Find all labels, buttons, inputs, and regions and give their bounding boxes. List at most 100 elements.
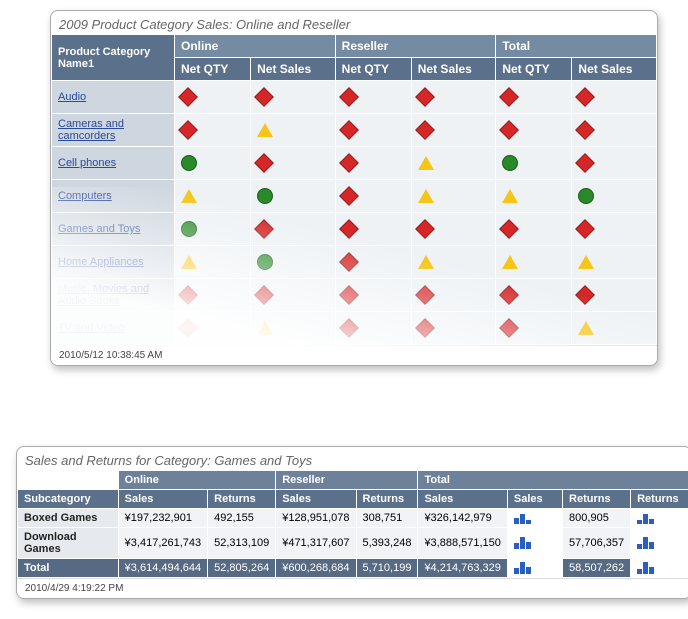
col-total-returns: Returns bbox=[563, 490, 631, 509]
table-row: Download Games¥3,417,261,74352,313,109¥4… bbox=[18, 528, 688, 559]
diamond-red-icon bbox=[339, 252, 359, 272]
subcategory-label: Download Games bbox=[18, 528, 119, 559]
report-title: Sales and Returns for Category: Games an… bbox=[25, 453, 312, 468]
group-reseller: Reseller bbox=[335, 35, 496, 58]
table-row: TV and Video bbox=[52, 312, 657, 345]
col-sales: Sales bbox=[276, 490, 356, 509]
diamond-red-icon bbox=[415, 285, 435, 305]
col-net-sales: Net Sales bbox=[572, 58, 657, 81]
indicator-cell bbox=[251, 246, 336, 279]
diamond-red-icon bbox=[254, 285, 274, 305]
indicator-cell bbox=[572, 246, 657, 279]
value-cell: 52,313,109 bbox=[208, 528, 276, 559]
category-link[interactable]: Cameras and camcorders bbox=[52, 114, 175, 147]
indicator-cell bbox=[251, 279, 336, 312]
diamond-red-icon bbox=[254, 87, 274, 107]
value-cell: ¥3,614,494,644 bbox=[118, 559, 207, 578]
sparkline-cell bbox=[507, 509, 562, 528]
category-link[interactable]: Audio bbox=[52, 81, 175, 114]
indicator-cell bbox=[496, 213, 572, 246]
circle-green-icon bbox=[257, 188, 273, 204]
value-cell: 57,706,357 bbox=[563, 528, 631, 559]
indicator-cell bbox=[411, 180, 496, 213]
report-timestamp: 2010/5/12 10:38:45 AM bbox=[51, 345, 657, 365]
indicator-cell bbox=[335, 81, 411, 114]
triangle-yellow-icon bbox=[418, 156, 434, 170]
diamond-red-icon bbox=[254, 153, 274, 173]
indicator-cell bbox=[572, 147, 657, 180]
col-total-sales-spark: Sales bbox=[507, 490, 562, 509]
indicator-cell bbox=[335, 246, 411, 279]
group-reseller: Reseller bbox=[276, 471, 418, 490]
triangle-yellow-icon bbox=[181, 255, 197, 269]
indicator-cell bbox=[175, 279, 251, 312]
category-link[interactable]: Cell phones bbox=[52, 147, 175, 180]
diamond-red-icon bbox=[415, 87, 435, 107]
diamond-red-icon bbox=[576, 219, 596, 239]
group-total: Total bbox=[418, 471, 688, 490]
col-net-sales: Net Sales bbox=[251, 58, 336, 81]
category-link[interactable]: Home Appliances bbox=[52, 246, 175, 279]
category-link[interactable]: Computers bbox=[52, 180, 175, 213]
circle-green-icon bbox=[181, 221, 197, 237]
indicator-cell bbox=[411, 279, 496, 312]
value-cell: 58,507,262 bbox=[563, 559, 631, 578]
category-link[interactable]: Music, Movies and Audio Books bbox=[52, 279, 175, 312]
col-net-qty: Net QTY bbox=[335, 58, 411, 81]
diamond-red-icon bbox=[339, 285, 359, 305]
sparkline-icon bbox=[637, 512, 655, 524]
category-link[interactable]: Games and Toys bbox=[52, 213, 175, 246]
sparkline-cell bbox=[507, 559, 562, 578]
table-row: Home Appliances bbox=[52, 246, 657, 279]
table-row: Cameras and camcorders bbox=[52, 114, 657, 147]
indicator-cell bbox=[496, 279, 572, 312]
table-row: Music, Movies and Audio Books bbox=[52, 279, 657, 312]
diamond-red-icon bbox=[339, 87, 359, 107]
col-net-qty: Net QTY bbox=[496, 58, 572, 81]
indicator-cell bbox=[496, 246, 572, 279]
table-row: Boxed Games¥197,232,901492,155¥128,951,0… bbox=[18, 509, 688, 528]
value-cell: ¥128,951,078 bbox=[276, 509, 356, 528]
value-cell: 52,805,264 bbox=[208, 559, 276, 578]
col-total-sales: Sales bbox=[418, 490, 507, 509]
diamond-red-icon bbox=[499, 219, 519, 239]
indicator-cell bbox=[335, 213, 411, 246]
triangle-yellow-icon bbox=[418, 255, 434, 269]
indicator-cell bbox=[175, 213, 251, 246]
value-cell: ¥4,214,763,329 bbox=[418, 559, 507, 578]
sparkline-icon bbox=[637, 537, 655, 549]
diamond-red-icon bbox=[254, 219, 274, 239]
value-cell: ¥3,888,571,150 bbox=[418, 528, 507, 559]
value-cell: 5,393,248 bbox=[356, 528, 418, 559]
indicator-cell bbox=[251, 81, 336, 114]
diamond-red-icon bbox=[499, 285, 519, 305]
indicator-cell bbox=[175, 81, 251, 114]
col-returns: Returns bbox=[208, 490, 276, 509]
diamond-red-icon bbox=[576, 153, 596, 173]
diamond-red-icon bbox=[499, 318, 519, 338]
diamond-red-icon bbox=[339, 120, 359, 140]
subcategory-label: Total bbox=[18, 559, 119, 578]
col-returns: Returns bbox=[356, 490, 418, 509]
diamond-red-icon bbox=[178, 318, 198, 338]
indicator-cell bbox=[572, 81, 657, 114]
triangle-yellow-icon bbox=[502, 255, 518, 269]
triangle-yellow-icon bbox=[418, 189, 434, 203]
sparkline-cell bbox=[631, 559, 688, 578]
diamond-red-icon bbox=[576, 285, 596, 305]
diamond-red-icon bbox=[415, 120, 435, 140]
triangle-yellow-icon bbox=[257, 123, 273, 137]
value-cell: ¥197,232,901 bbox=[118, 509, 207, 528]
circle-green-icon bbox=[502, 155, 518, 171]
group-online: Online bbox=[118, 471, 276, 490]
diamond-red-icon bbox=[415, 219, 435, 239]
indicator-cell bbox=[411, 81, 496, 114]
triangle-yellow-icon bbox=[578, 255, 594, 269]
sparkline-cell bbox=[507, 528, 562, 559]
indicator-cell bbox=[411, 246, 496, 279]
indicator-cell bbox=[572, 279, 657, 312]
value-cell: ¥326,142,979 bbox=[418, 509, 507, 528]
indicator-cell bbox=[175, 180, 251, 213]
table-row: Games and Toys bbox=[52, 213, 657, 246]
category-link[interactable]: TV and Video bbox=[52, 312, 175, 345]
